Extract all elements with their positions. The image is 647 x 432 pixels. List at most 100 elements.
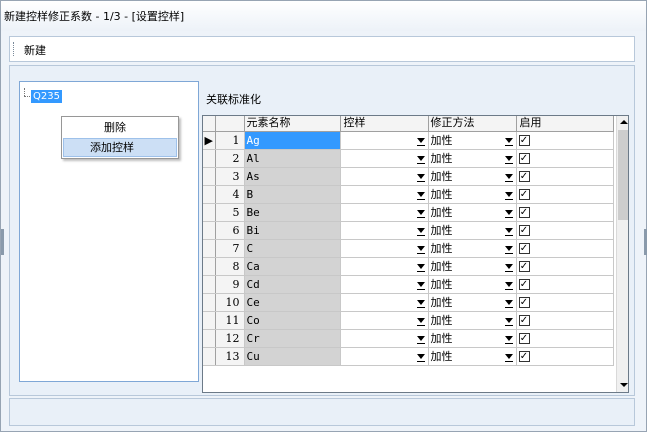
dropdown-arrow-icon[interactable] <box>416 335 425 344</box>
element-name-cell[interactable]: Cr <box>244 329 341 348</box>
table-row[interactable]: 10 Ce 加性 ✓ <box>203 293 614 312</box>
control-sample-select[interactable] <box>340 329 429 348</box>
correction-method-select[interactable]: 加性 <box>428 293 517 312</box>
control-sample-select[interactable] <box>340 149 429 168</box>
control-sample-select[interactable] <box>340 221 429 240</box>
table-row[interactable]: 2 Al 加性 ✓ <box>203 149 614 168</box>
enabled-checkbox[interactable]: ✓ <box>518 188 530 200</box>
element-name-cell[interactable]: Be <box>244 203 341 222</box>
element-name-cell[interactable]: Bi <box>244 221 341 240</box>
left-resize-handle[interactable] <box>1 229 4 255</box>
dropdown-arrow-icon[interactable] <box>504 191 513 200</box>
dropdown-arrow-icon[interactable] <box>504 209 513 218</box>
control-sample-select[interactable] <box>340 257 429 276</box>
row-indicator[interactable] <box>203 329 216 348</box>
table-row[interactable]: 7 C 加性 ✓ <box>203 239 614 258</box>
grid-vertical-scrollbar[interactable] <box>616 116 628 392</box>
toolbar-grip[interactable] <box>13 42 15 56</box>
control-sample-select[interactable] <box>340 203 429 222</box>
enabled-checkbox[interactable]: ✓ <box>518 314 530 326</box>
dropdown-arrow-icon[interactable] <box>504 155 513 164</box>
dropdown-arrow-icon[interactable] <box>416 353 425 362</box>
dropdown-arrow-icon[interactable] <box>504 281 513 290</box>
control-sample-select[interactable] <box>340 167 429 186</box>
correction-method-select[interactable]: 加性 <box>428 275 517 294</box>
column-header-enabled[interactable]: 启用 <box>516 116 614 132</box>
enabled-checkbox[interactable]: ✓ <box>518 278 530 290</box>
row-indicator[interactable] <box>203 167 216 186</box>
dropdown-arrow-icon[interactable] <box>416 317 425 326</box>
enabled-checkbox[interactable]: ✓ <box>518 296 530 308</box>
dropdown-arrow-icon[interactable] <box>504 227 513 236</box>
enabled-checkbox[interactable]: ✓ <box>518 260 530 272</box>
element-name-cell[interactable]: As <box>244 167 341 186</box>
correction-method-select[interactable]: 加性 <box>428 257 517 276</box>
row-indicator[interactable] <box>203 275 216 294</box>
control-sample-select[interactable] <box>340 185 429 204</box>
table-row[interactable]: 5 Be 加性 ✓ <box>203 203 614 222</box>
enabled-checkbox[interactable]: ✓ <box>518 242 530 254</box>
correction-method-select[interactable]: 加性 <box>428 329 517 348</box>
enabled-checkbox[interactable]: ✓ <box>518 206 530 218</box>
dropdown-arrow-icon[interactable] <box>416 299 425 308</box>
row-indicator[interactable] <box>203 347 216 366</box>
correction-method-select[interactable]: 加性 <box>428 347 517 366</box>
dropdown-arrow-icon[interactable] <box>416 263 425 272</box>
row-indicator[interactable] <box>203 311 216 330</box>
table-row[interactable]: 8 Ca 加性 ✓ <box>203 257 614 276</box>
enabled-checkbox[interactable]: ✓ <box>518 224 530 236</box>
column-header-element[interactable]: 元素名称 <box>244 116 341 132</box>
row-indicator[interactable]: ▶ <box>203 131 216 150</box>
column-header-control[interactable]: 控样 <box>340 116 429 132</box>
control-sample-select[interactable] <box>340 275 429 294</box>
row-indicator[interactable] <box>203 257 216 276</box>
tree-node-sample[interactable]: Q235 <box>31 90 62 103</box>
table-row[interactable]: 13 Cu 加性 ✓ <box>203 347 614 366</box>
table-row[interactable]: ▶ 1 Ag 加性 ✓ <box>203 131 614 150</box>
enabled-checkbox[interactable]: ✓ <box>518 134 530 146</box>
dropdown-arrow-icon[interactable] <box>416 245 425 254</box>
dropdown-arrow-icon[interactable] <box>504 245 513 254</box>
enabled-checkbox[interactable]: ✓ <box>518 350 530 362</box>
enabled-checkbox[interactable]: ✓ <box>518 152 530 164</box>
element-name-cell[interactable]: Cd <box>244 275 341 294</box>
element-name-cell[interactable]: C <box>244 239 341 258</box>
control-sample-select[interactable] <box>340 311 429 330</box>
element-name-cell[interactable]: Ag <box>244 131 341 150</box>
table-row[interactable]: 4 B 加性 ✓ <box>203 185 614 204</box>
new-button[interactable]: 新建 <box>24 42 46 58</box>
enabled-checkbox[interactable]: ✓ <box>518 170 530 182</box>
correction-method-select[interactable]: 加性 <box>428 185 517 204</box>
dropdown-arrow-icon[interactable] <box>504 299 513 308</box>
table-row[interactable]: 9 Cd 加性 ✓ <box>203 275 614 294</box>
dropdown-arrow-icon[interactable] <box>504 335 513 344</box>
row-indicator[interactable] <box>203 293 216 312</box>
dropdown-arrow-icon[interactable] <box>416 227 425 236</box>
dropdown-arrow-icon[interactable] <box>416 155 425 164</box>
correction-method-select[interactable]: 加性 <box>428 311 517 330</box>
dropdown-arrow-icon[interactable] <box>416 281 425 290</box>
control-sample-select[interactable] <box>340 347 429 366</box>
dropdown-arrow-icon[interactable] <box>416 137 425 146</box>
element-name-cell[interactable]: Al <box>244 149 341 168</box>
control-sample-select[interactable] <box>340 293 429 312</box>
dropdown-arrow-icon[interactable] <box>416 173 425 182</box>
row-indicator[interactable] <box>203 221 216 240</box>
dropdown-arrow-icon[interactable] <box>504 263 513 272</box>
table-row[interactable]: 3 As 加性 ✓ <box>203 167 614 186</box>
row-indicator[interactable] <box>203 149 216 168</box>
enabled-checkbox[interactable]: ✓ <box>518 332 530 344</box>
dropdown-arrow-icon[interactable] <box>416 209 425 218</box>
menu-item-add-control-sample[interactable]: 添加控样 <box>63 138 177 157</box>
table-row[interactable]: 11 Co 加性 ✓ <box>203 311 614 330</box>
element-name-cell[interactable]: Co <box>244 311 341 330</box>
correction-method-select[interactable]: 加性 <box>428 239 517 258</box>
dropdown-arrow-icon[interactable] <box>504 173 513 182</box>
table-row[interactable]: 12 Cr 加性 ✓ <box>203 329 614 348</box>
table-row[interactable]: 6 Bi 加性 ✓ <box>203 221 614 240</box>
scroll-down-button[interactable] <box>617 379 628 392</box>
dropdown-arrow-icon[interactable] <box>504 317 513 326</box>
control-sample-select[interactable] <box>340 239 429 258</box>
title-bar[interactable]: 新建控样修正系数 - 1/3 - [设置控样] <box>1 1 646 31</box>
row-indicator[interactable] <box>203 203 216 222</box>
